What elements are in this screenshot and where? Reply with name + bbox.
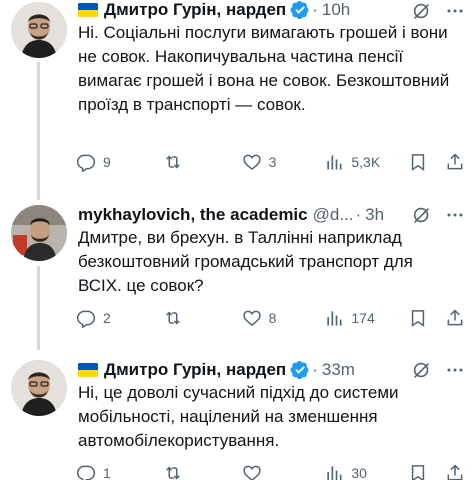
- views-count: 174: [351, 310, 375, 326]
- verified-badge-icon: [290, 0, 310, 20]
- views-icon: [327, 155, 342, 170]
- separator-dot: ·: [312, 0, 318, 19]
- views-button[interactable]: 30: [324, 463, 408, 480]
- tweet-text: Ні, це доволі сучасний підхід до системи…: [78, 383, 399, 450]
- views-button[interactable]: 5,3K: [324, 152, 408, 172]
- bookmark-icon: [411, 154, 425, 171]
- reply-count: 1: [103, 465, 111, 480]
- repost-icon: [166, 311, 180, 325]
- ukraine-flag-icon: [78, 3, 98, 17]
- tweet-time[interactable]: 10h: [322, 0, 350, 21]
- more-icon[interactable]: [443, 204, 467, 226]
- more-icon[interactable]: [443, 359, 467, 381]
- bookmark-button[interactable]: [408, 308, 445, 328]
- author-name[interactable]: Дмитро Гурін, нардеп: [104, 0, 286, 21]
- reply-button[interactable]: 2: [76, 308, 163, 328]
- like-count: 8: [268, 310, 277, 326]
- reply-button[interactable]: 9: [76, 152, 163, 172]
- grok-icon[interactable]: [411, 0, 433, 22]
- separator-dot: ·: [355, 205, 362, 224]
- views-icon: [327, 311, 342, 326]
- avatar[interactable]: [11, 2, 67, 58]
- views-button[interactable]: 174: [324, 308, 408, 328]
- ukraine-flag-icon: [78, 363, 98, 377]
- reply-icon: [76, 465, 96, 480]
- like-icon: [242, 310, 261, 327]
- reply-count: 2: [103, 310, 111, 326]
- repost-button[interactable]: [163, 308, 242, 328]
- like-button[interactable]: [242, 463, 325, 480]
- reply-count: 9: [103, 154, 111, 170]
- tweet-actions: 9 3 5,3K: [76, 151, 469, 173]
- share-icon: [447, 309, 463, 326]
- repost-icon: [166, 466, 180, 480]
- verified-badge-icon: [290, 360, 310, 380]
- author-name[interactable]: Дмитро Гурін, нардеп: [104, 359, 286, 381]
- grok-icon[interactable]: [411, 204, 433, 226]
- tweet-header: mykhaylovich, the academic @d... · 3h: [78, 204, 465, 226]
- repost-button[interactable]: [163, 463, 242, 480]
- avatar-photo: [11, 2, 67, 58]
- like-icon: [242, 154, 261, 171]
- tweet-time[interactable]: 33m: [322, 359, 355, 381]
- share-icon: [447, 464, 463, 480]
- views-icon: [327, 466, 342, 480]
- tweet-actions: 2 8 174: [76, 307, 469, 329]
- repost-icon: [166, 155, 180, 169]
- share-icon: [447, 153, 463, 170]
- thread-line: [37, 266, 40, 350]
- avatar[interactable]: [11, 205, 67, 261]
- like-count: 3: [268, 154, 277, 170]
- author-handle[interactable]: @d...: [313, 204, 354, 226]
- tweet[interactable]: Дмитро Гурін, нардеп · 33m Ні, це доволі…: [0, 350, 473, 480]
- tweet-header: Дмитро Гурін, нардеп · 33m: [78, 359, 465, 381]
- like-icon: [242, 465, 261, 480]
- tweet-time[interactable]: 3h: [365, 204, 384, 226]
- share-button[interactable]: [445, 463, 469, 480]
- avatar[interactable]: [11, 360, 67, 416]
- views-count: 30: [351, 465, 367, 480]
- bookmark-icon: [411, 310, 425, 327]
- reply-button[interactable]: 1: [76, 463, 163, 480]
- author-name[interactable]: mykhaylovich, the academic: [78, 204, 308, 226]
- bookmark-button[interactable]: [408, 152, 445, 172]
- more-icon[interactable]: [443, 0, 467, 22]
- thread-line: [37, 62, 40, 200]
- avatar-photo: [11, 205, 67, 261]
- like-button[interactable]: 8: [242, 308, 325, 328]
- repost-button[interactable]: [163, 152, 242, 172]
- reply-icon: [76, 310, 96, 328]
- tweet-actions: 1 30: [76, 462, 469, 480]
- bookmark-button[interactable]: [408, 463, 445, 480]
- tweet-header: Дмитро Гурін, нардеп · 10h: [78, 0, 465, 21]
- separator-dot: ·: [312, 360, 318, 379]
- reply-icon: [76, 154, 96, 172]
- tweet-text: Дмитре, ви брехун. в Таллінні наприклад …: [78, 228, 413, 295]
- share-button[interactable]: [445, 308, 469, 328]
- views-count: 5,3K: [351, 154, 381, 170]
- grok-icon[interactable]: [411, 359, 433, 381]
- like-button[interactable]: 3: [242, 152, 325, 172]
- avatar-photo: [11, 360, 67, 416]
- tweet[interactable]: mykhaylovich, the academic @d... · 3h Дм…: [0, 200, 473, 350]
- bookmark-icon: [411, 465, 425, 480]
- tweet[interactable]: Дмитро Гурін, нардеп · 10h Ні. Соціальні…: [0, 0, 473, 200]
- tweet-text: Ні. Соціальні послуги вимагають грошей і…: [78, 23, 450, 114]
- share-button[interactable]: [445, 152, 469, 172]
